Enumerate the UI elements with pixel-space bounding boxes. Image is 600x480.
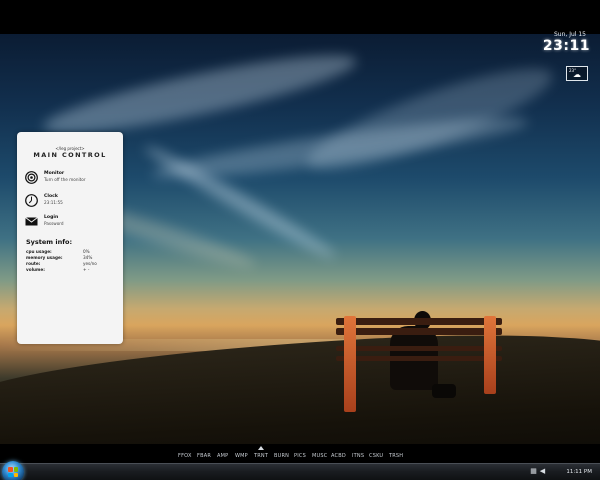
dock-item-amp[interactable]: AMP xyxy=(217,453,228,459)
cloud-sun-icon: ☁ xyxy=(573,70,581,79)
stat-value[interactable]: + - xyxy=(83,267,89,272)
top-black-bar xyxy=(0,0,600,34)
stat-value: 34% xyxy=(83,255,93,260)
stat-value: 0% xyxy=(83,249,90,254)
system-tray: ▦ ◀ 11:11 PM xyxy=(530,467,592,478)
stat-row: volume: + - xyxy=(26,267,116,273)
login-sublabel: Password xyxy=(44,221,64,226)
clock-control[interactable]: Clock 23:11:55 xyxy=(25,193,119,209)
monitor-control[interactable]: Monitor Turn off the monitor xyxy=(25,170,119,186)
network-icon[interactable]: ▦ xyxy=(530,468,537,475)
monitor-label: Monitor xyxy=(44,171,65,176)
taskbar-clock[interactable]: 11:11 PM xyxy=(566,469,592,475)
volume-icon[interactable]: ◀ xyxy=(539,468,546,475)
dock-item-burn[interactable]: BURN xyxy=(274,453,289,459)
stat-key: cpu usage: xyxy=(26,249,52,254)
dock-item-fbar[interactable]: FBAR xyxy=(197,453,211,459)
dock-item-csku[interactable]: CSKU xyxy=(369,453,383,459)
system-info-heading: System info: xyxy=(26,238,73,246)
date-label: Sun, Jul 15 xyxy=(553,31,586,38)
taskbar: ▦ ◀ 11:11 PM xyxy=(0,461,600,480)
dock-item-itns[interactable]: ITNS xyxy=(352,453,364,459)
stat-value[interactable]: yes/no xyxy=(83,261,97,266)
clock-label: Clock xyxy=(44,194,58,199)
dock-item-musc[interactable]: MUSC xyxy=(312,453,327,459)
envelope-icon xyxy=(25,217,38,226)
dock-active-indicator xyxy=(258,446,264,450)
monitor-sublabel: Turn off the monitor xyxy=(44,177,86,182)
panel-title: MAIN CONTROL xyxy=(33,151,107,159)
login-label: Login xyxy=(44,215,59,220)
bench-silhouette xyxy=(336,311,506,414)
weather-widget[interactable]: 23° ☁ xyxy=(566,66,588,81)
dock-item-wmp[interactable]: WMP xyxy=(235,453,248,459)
dock-item-trnt[interactable]: TRNT xyxy=(254,453,268,459)
stat-key: volume: xyxy=(26,267,45,272)
clock-icon xyxy=(25,194,38,207)
stat-key: route: xyxy=(26,261,41,266)
dock-item-pics[interactable]: PICS xyxy=(294,453,306,459)
stat-key: memory usage: xyxy=(26,255,63,260)
dock-item-ffox[interactable]: FFOX xyxy=(178,453,192,459)
login-control[interactable]: Login Password xyxy=(25,214,119,230)
windows-orb-icon[interactable] xyxy=(2,461,24,480)
desktop-clock: 23:11 xyxy=(542,38,590,54)
target-icon xyxy=(25,171,38,184)
dock-item-trsh[interactable]: TRSH xyxy=(389,453,403,459)
main-control-panel: </leg project> MAIN CONTROL Monitor Turn… xyxy=(17,132,123,344)
dock-item-acbd[interactable]: ACBD xyxy=(331,453,346,459)
clock-sublabel: 23:11:55 xyxy=(44,200,63,205)
